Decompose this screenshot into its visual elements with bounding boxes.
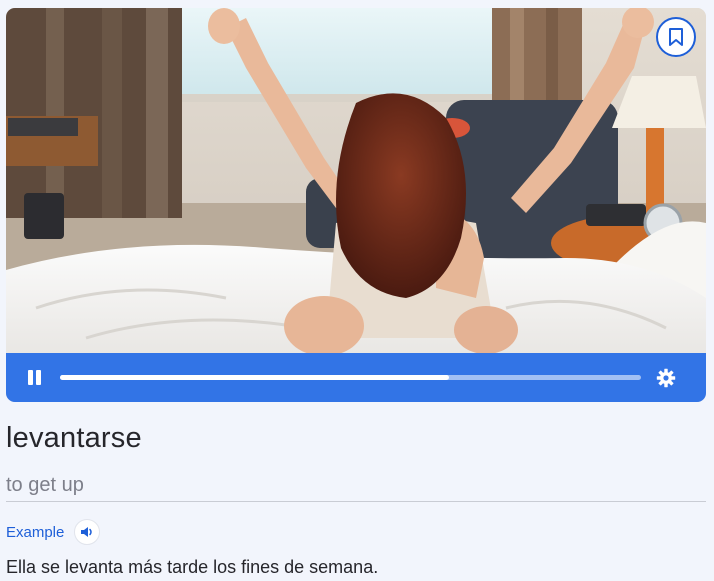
video-player[interactable]	[6, 8, 706, 402]
gear-icon	[656, 368, 676, 388]
pause-icon	[36, 370, 41, 385]
bookmark-icon	[669, 28, 683, 46]
pause-button[interactable]	[25, 368, 45, 388]
pause-icon	[28, 370, 33, 385]
player-controls	[6, 353, 706, 402]
progress-bar-fill	[60, 375, 450, 380]
word-translation: to get up	[6, 474, 84, 496]
video-frame-image	[6, 8, 706, 353]
play-audio-button[interactable]	[74, 519, 100, 545]
example-label[interactable]: Example	[6, 524, 64, 541]
vocabulary-word: levantarse	[6, 422, 142, 454]
settings-button[interactable]	[655, 367, 677, 389]
example-sentence: Ella se levanta más tarde los fines de s…	[6, 557, 379, 577]
speaker-icon	[81, 527, 92, 537]
progress-bar[interactable]	[60, 375, 641, 380]
divider	[6, 501, 706, 502]
bookmark-button[interactable]	[656, 17, 696, 57]
